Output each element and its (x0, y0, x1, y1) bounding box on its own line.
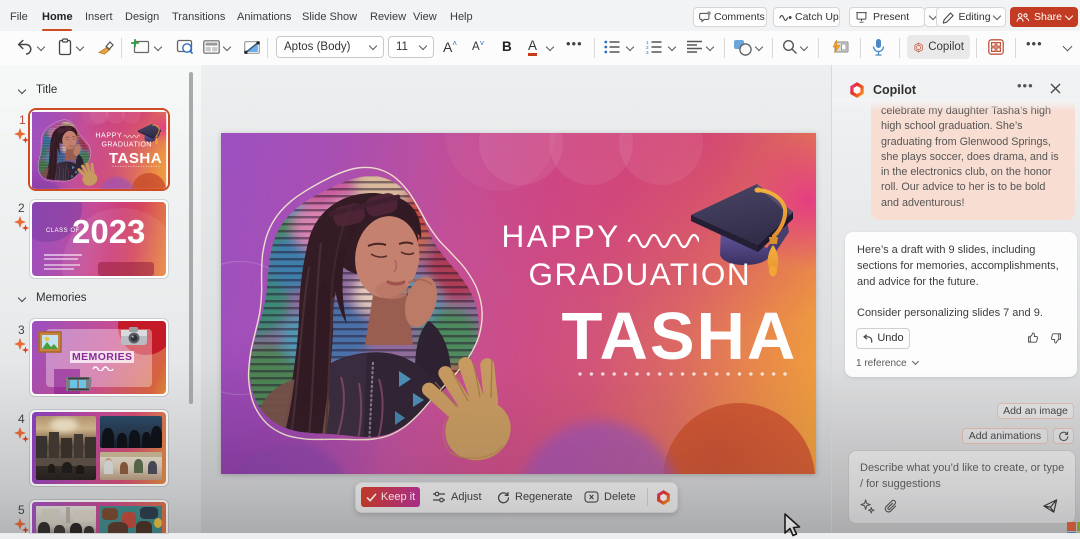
svg-text:3: 3 (646, 50, 649, 54)
